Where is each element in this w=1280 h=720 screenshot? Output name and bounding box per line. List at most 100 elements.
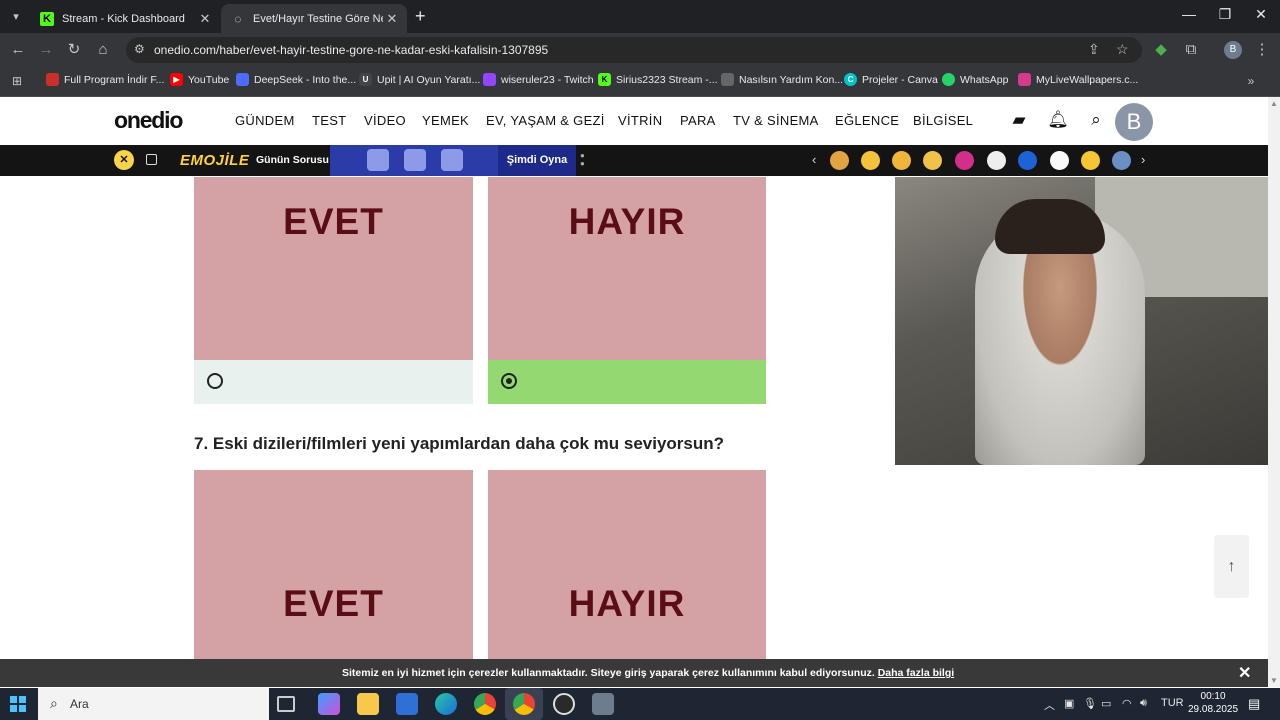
bell-icon[interactable]: 🔔︎ <box>1047 109 1069 131</box>
nav-gundem[interactable]: GÜNDEM <box>235 113 295 128</box>
close-icon[interactable]: ✕ <box>196 11 214 27</box>
chat-icon[interactable]: ▰ <box>1008 109 1030 131</box>
address-bar[interactable]: ⚙ onedio.com/haber/evet-hayir-testine-go… <box>126 37 1142 63</box>
extension-icon[interactable]: ◆ <box>1152 41 1170 59</box>
edge-icon[interactable] <box>435 693 457 715</box>
bookmark-item[interactable]: Nasılsın Yardım Kon... <box>721 73 843 86</box>
wifi-icon[interactable]: ◠ <box>1122 697 1132 710</box>
volume-icon[interactable]: 🔊︎ <box>1140 697 1147 710</box>
bookmark-item[interactable]: U Upit | AI Oyun Yaratı... <box>359 73 480 86</box>
nav-tv-sinema[interactable]: TV & SİNEMA <box>733 113 819 128</box>
more-bookmarks-icon[interactable]: » <box>1242 72 1260 90</box>
nav-test[interactable]: TEST <box>312 113 346 128</box>
answer-card-hayir[interactable]: HAYIR <box>488 470 766 659</box>
emojile-brand[interactable]: EMOJİLE <box>180 145 249 176</box>
brand-flag-icon[interactable] <box>1112 151 1131 170</box>
search-icon[interactable]: ⌕ <box>1085 109 1107 131</box>
taskbar-search[interactable]: ⌕ Ara <box>38 688 269 720</box>
user-avatar[interactable]: B <box>1115 103 1153 141</box>
nav-yemek[interactable]: YEMEK <box>422 113 469 128</box>
apps-grid-icon[interactable]: ⊞ <box>8 72 26 90</box>
bookmark-item[interactable]: DeepSeek - Into the... <box>236 73 356 86</box>
nav-ev-yasam-gezi[interactable]: EV, YAŞAM & GEZİ <box>486 113 605 128</box>
battery-icon[interactable]: ▭ <box>1101 697 1111 710</box>
obs-icon[interactable] <box>553 693 575 715</box>
system-clock[interactable]: 00:10 29.08.2025 <box>1188 690 1238 716</box>
emoji-orange-icon[interactable] <box>830 151 849 170</box>
answer-option-evet[interactable] <box>194 360 473 404</box>
cookie-more-link[interactable]: Daha fazla bilgi <box>878 667 954 679</box>
notification-icon[interactable]: ▤ <box>1248 696 1260 712</box>
bookmark-item[interactable]: Full Program İndir F... <box>46 73 164 86</box>
bookmark-item[interactable]: ▶ YouTube <box>170 73 229 86</box>
tray-chevron-icon[interactable]: ︿ <box>1044 697 1055 713</box>
scroll-down-icon[interactable]: ▼ <box>1270 676 1278 685</box>
scroll-to-top-button[interactable]: ↑ <box>1214 535 1249 598</box>
extensions-puzzle-icon[interactable]: ⧉ <box>1182 41 1200 59</box>
nav-video[interactable]: VİDEO <box>364 113 406 128</box>
page-scrollbar[interactable]: ▲ ▼ <box>1268 97 1280 687</box>
brand-yellow-icon[interactable] <box>1081 151 1100 170</box>
bookmark-star-icon[interactable]: ☆ <box>1116 41 1129 58</box>
emoji-sad-icon[interactable] <box>892 151 911 170</box>
answer-card-evet[interactable]: EVET <box>194 470 473 659</box>
profile-avatar[interactable]: B <box>1224 41 1242 59</box>
answer-option-hayir[interactable] <box>488 360 766 404</box>
emoji-puzzle[interactable] <box>330 145 498 176</box>
tab-kick-dashboard[interactable]: K Stream - Kick Dashboard ✕ <box>30 4 220 33</box>
task-view-icon[interactable] <box>277 696 295 712</box>
app-icon[interactable] <box>592 693 614 715</box>
radio-unselected[interactable] <box>207 373 223 389</box>
chrome-active-window[interactable] <box>505 688 543 720</box>
emoji-game-icon[interactable]: ✕ <box>114 150 134 170</box>
radio-selected[interactable] <box>501 373 517 389</box>
nav-vitrin[interactable]: VİTRİN <box>618 113 662 128</box>
bookmark-item[interactable]: K Sirius2323 Stream -... <box>598 73 718 86</box>
home-icon[interactable]: ⌂ <box>94 41 112 59</box>
tab-onedio-quiz[interactable]: ◌ Evet/Hayır Testine Göre Ne Kad ✕ <box>221 4 407 33</box>
copilot-icon[interactable] <box>318 693 340 715</box>
new-tab-button[interactable]: + <box>415 6 426 27</box>
chrome-icon[interactable] <box>474 693 496 715</box>
file-explorer-icon[interactable] <box>357 693 379 715</box>
reload-icon[interactable]: ↻ <box>65 41 83 59</box>
chevron-left-icon[interactable]: ‹ <box>812 152 816 167</box>
brand-cross-icon[interactable] <box>987 151 1006 170</box>
site-info-icon[interactable]: ⚙ <box>134 42 145 56</box>
microsoft-store-icon[interactable] <box>396 693 418 715</box>
language-indicator[interactable]: TUR <box>1161 697 1184 709</box>
close-icon[interactable]: ✕ <box>383 11 401 27</box>
answer-card-hayir[interactable]: HAYIR <box>488 177 766 360</box>
bookmark-item[interactable]: C Projeler - Canva <box>844 73 938 86</box>
tray-app-icon[interactable]: ▣ <box>1064 697 1074 710</box>
minimize-button[interactable]: — <box>1174 6 1204 22</box>
menu-kebab-icon[interactable]: ⋮ <box>1253 41 1271 59</box>
install-app-icon[interactable]: ⇪ <box>1088 41 1100 58</box>
windows-start-icon[interactable] <box>10 696 26 712</box>
emoji-smile-icon[interactable] <box>923 151 942 170</box>
chevron-right-icon[interactable]: › <box>1141 152 1145 167</box>
scroll-up-icon[interactable]: ▲ <box>1270 99 1278 108</box>
brand-dk-icon[interactable] <box>1050 151 1069 170</box>
back-icon[interactable]: ← <box>9 41 27 59</box>
cookie-close-icon[interactable]: ✕ <box>1238 663 1251 683</box>
gamepad-icon[interactable] <box>146 154 157 165</box>
restore-button[interactable]: ❐ <box>1210 6 1240 23</box>
window-close-button[interactable]: ✕ <box>1246 6 1276 23</box>
brand-pink-icon[interactable] <box>955 151 974 170</box>
bookmark-item[interactable]: WhatsApp <box>942 73 1008 86</box>
bookmark-item[interactable]: wiseruler23 - Twitch <box>483 73 594 86</box>
microphone-icon[interactable]: 🎙︎ <box>1083 697 1097 710</box>
url-text[interactable]: onedio.com/haber/evet-hayir-testine-gore… <box>154 43 548 57</box>
forward-icon[interactable]: → <box>37 41 55 59</box>
nav-bilgisel[interactable]: BİLGİSEL <box>913 113 973 128</box>
brand-blue-icon[interactable] <box>1018 151 1037 170</box>
tab-search-icon[interactable]: ▾ <box>8 8 24 24</box>
answer-card-evet[interactable]: EVET <box>194 177 473 360</box>
nav-eglence[interactable]: EĞLENCE <box>835 113 899 128</box>
play-now-button[interactable]: Şimdi Oyna <box>498 145 576 176</box>
nav-para[interactable]: PARA <box>680 113 716 128</box>
emoji-heart-eyes-icon[interactable] <box>861 151 880 170</box>
onedio-logo[interactable]: onedio <box>114 107 183 134</box>
bookmark-item[interactable]: MyLiveWallpapers.c... <box>1018 73 1138 86</box>
